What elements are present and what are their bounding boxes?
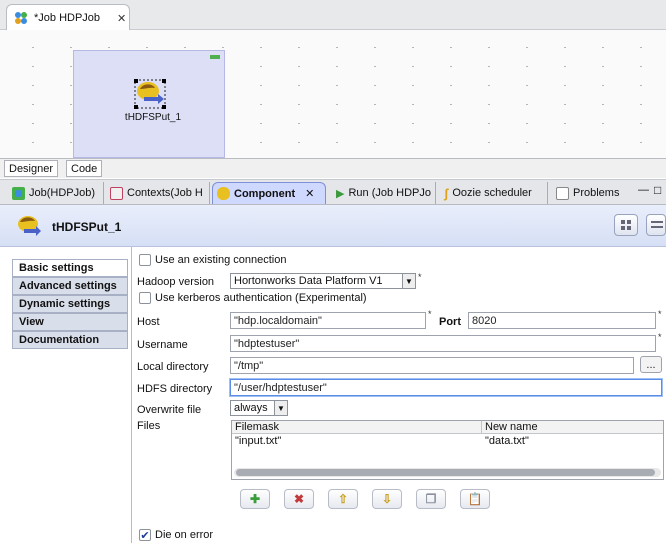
tab-problems[interactable]: Problems — [552, 182, 628, 204]
paste-icon: 📋 — [467, 492, 483, 506]
editor-tab-job[interactable]: *Job HDPJob ✕ — [6, 4, 130, 31]
overwrite-file-label: Overwrite file — [137, 404, 202, 416]
use-kerberos-label: Use kerberos authentication (Experimenta… — [155, 292, 367, 304]
nav-advanced-settings[interactable]: Advanced settings — [12, 277, 128, 295]
nav-basic-settings[interactable]: Basic settings — [12, 259, 128, 277]
component-icon — [217, 187, 230, 200]
grid-icon — [621, 220, 631, 230]
list-icon — [651, 221, 663, 228]
tab-code[interactable]: Code — [66, 160, 103, 177]
username-label: Username — [137, 339, 188, 351]
layout-toggle-button[interactable] — [614, 214, 638, 236]
tab-component[interactable]: Component ✕ — [212, 182, 326, 204]
tab-contexts[interactable]: Contexts(Job H — [106, 182, 210, 204]
local-directory-label: Local directory — [137, 361, 209, 373]
minimize-icon[interactable]: — — [638, 184, 649, 196]
host-input[interactable]: "hdp.localdomain" — [230, 312, 426, 329]
contexts-icon — [110, 186, 123, 200]
close-icon[interactable]: ✕ — [117, 12, 126, 25]
tab-component-label: Component — [234, 187, 296, 200]
checkmark-icon: ✔ — [140, 529, 150, 542]
tab-run[interactable]: ▶ Run (Job HDPJo — [332, 182, 436, 204]
tab-designer[interactable]: Designer — [4, 160, 59, 177]
tab-oozie[interactable]: ʃ Oozie scheduler — [440, 182, 548, 204]
tab-problems-label: Problems — [573, 187, 620, 199]
move-up-button[interactable]: ⇧ — [328, 489, 358, 509]
port-label: Port — [439, 316, 461, 328]
remove-row-button[interactable]: ✖ — [284, 489, 314, 509]
chevron-down-icon: ▼ — [274, 401, 287, 415]
job-icon — [12, 186, 25, 200]
x-icon: ✖ — [293, 492, 305, 506]
required-marker: * — [428, 309, 432, 319]
problems-icon — [556, 186, 569, 200]
hdfs-put-component-icon[interactable] — [134, 79, 166, 109]
column-header-filemask[interactable]: Filemask — [232, 421, 482, 434]
overwrite-file-select[interactable]: always ▼ — [230, 400, 288, 416]
run-icon: ▶ — [336, 187, 345, 200]
add-row-button[interactable]: ✚ — [240, 489, 270, 509]
username-input[interactable]: "hdptestuser" — [230, 335, 656, 352]
files-table[interactable]: Filemask New name "input.txt" "data.txt" — [231, 420, 664, 480]
use-existing-connection-checkbox[interactable] — [139, 254, 151, 266]
table-cell-filemask[interactable]: "input.txt" — [232, 435, 281, 447]
chevron-down-icon: ▼ — [402, 274, 415, 288]
nav-dynamic-settings[interactable]: Dynamic settings — [12, 295, 128, 313]
required-marker: * — [418, 272, 422, 282]
use-kerberos-checkbox[interactable] — [139, 292, 151, 304]
editor-tab-title: *Job HDPJob — [34, 12, 101, 24]
tab-oozie-label: Oozie scheduler — [452, 187, 532, 199]
component-label[interactable]: tHDFSPut_1 — [108, 112, 198, 123]
tab-contexts-label: Contexts(Job H — [127, 187, 203, 199]
arrow-up-icon: ⇧ — [337, 492, 349, 506]
arrow-down-icon: ⇩ — [381, 492, 393, 506]
nav-view[interactable]: View — [12, 313, 128, 331]
local-directory-input[interactable]: "/tmp" — [230, 357, 634, 374]
hdfs-put-icon — [18, 216, 41, 236]
use-existing-connection-label: Use an existing connection — [155, 254, 287, 266]
column-header-new-name[interactable]: New name — [482, 421, 663, 434]
plus-icon: ✚ — [249, 492, 261, 506]
move-down-button[interactable]: ⇩ — [372, 489, 402, 509]
overwrite-file-value: always — [234, 402, 268, 414]
copy-button[interactable]: ❐ — [416, 489, 446, 509]
nav-documentation[interactable]: Documentation — [12, 331, 128, 349]
component-title: tHDFSPut_1 — [52, 220, 122, 234]
hadoop-version-select[interactable]: Hortonworks Data Platform V1 ▼ — [230, 273, 416, 289]
close-icon[interactable]: ✕ — [305, 187, 314, 200]
hdfs-directory-label: HDFS directory — [137, 383, 213, 395]
files-label: Files — [137, 420, 161, 432]
component-status-indicator — [210, 55, 220, 59]
horizontal-scrollbar[interactable] — [234, 468, 661, 477]
die-on-error-checkbox[interactable]: ✔ — [139, 529, 151, 542]
oozie-icon: ʃ — [444, 185, 449, 201]
maximize-icon[interactable]: □ — [654, 183, 661, 197]
hdfs-directory-input[interactable]: "/user/hdptestuser" — [230, 379, 662, 396]
hadoop-version-label: Hadoop version — [137, 276, 215, 288]
required-marker: * — [658, 309, 662, 319]
job-icon — [15, 12, 27, 24]
tab-job-label: Job(HDPJob) — [29, 187, 96, 199]
required-marker: * — [658, 332, 662, 342]
tab-job[interactable]: Job(HDPJob) — [8, 182, 104, 204]
view-toggle-button[interactable] — [646, 214, 666, 236]
die-on-error-label: Die on error — [155, 529, 214, 541]
hadoop-version-value: Hortonworks Data Platform V1 — [234, 275, 383, 287]
copy-icon: ❐ — [425, 492, 437, 506]
scrollbar-thumb[interactable] — [236, 469, 655, 476]
port-input[interactable]: 8020 — [468, 312, 656, 329]
tab-run-label: Run (Job HDPJo — [348, 187, 432, 199]
paste-button[interactable]: 📋 — [460, 489, 490, 509]
host-label: Host — [137, 316, 160, 328]
browse-button[interactable]: ... — [640, 356, 662, 373]
table-cell-new-name[interactable]: "data.txt" — [482, 435, 529, 447]
component-header: tHDFSPut_1 — [0, 205, 666, 247]
